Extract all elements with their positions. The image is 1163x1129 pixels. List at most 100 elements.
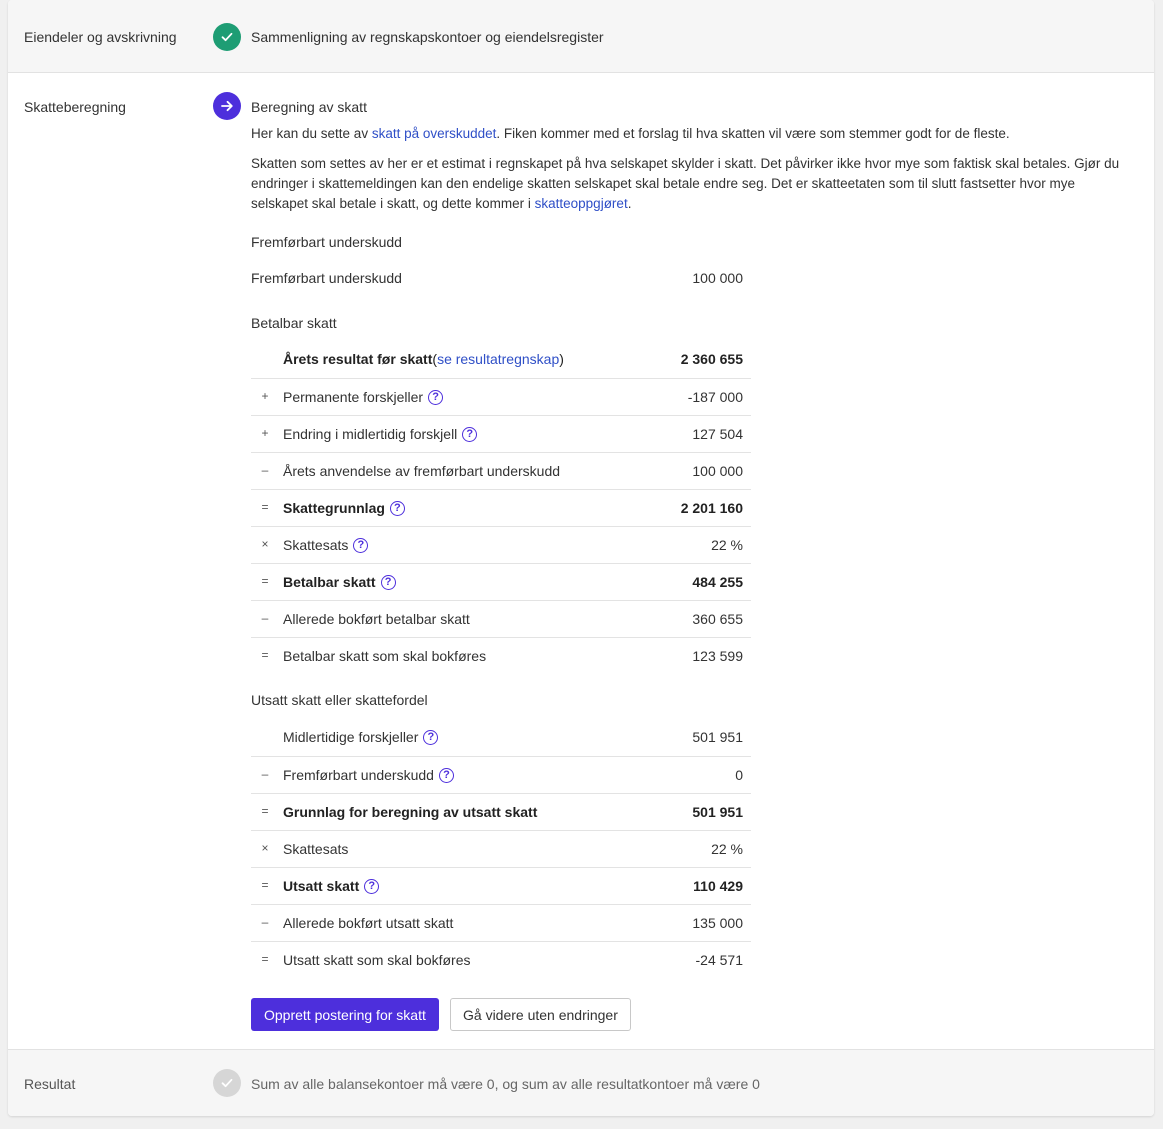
row-label: Betalbar skatt? (283, 574, 396, 590)
table-row: Årets resultat før skatt (se resultatreg… (251, 341, 751, 378)
step-assets[interactable]: Eiendeler og avskrivning Sammenligning a… (8, 0, 1154, 73)
table-row: + Endring i midlertidig forskjell? 127 504 (251, 415, 751, 452)
row-operator: × (261, 537, 269, 551)
row-value: 110 429 (693, 878, 743, 894)
row-value: 484 255 (692, 574, 743, 590)
table-row: – Allerede bokført utsatt skatt 135 000 (251, 904, 751, 941)
help-circle-icon[interactable]: ? (462, 426, 478, 442)
row-label: Skattesats? (283, 537, 369, 553)
table-row: – Fremførbart underskudd? 0 (251, 756, 751, 793)
row-label: Utsatt skatt som skal bokføres (283, 952, 471, 968)
row-operator: = (261, 952, 269, 966)
row-label: Permanente forskjeller? (283, 389, 444, 405)
table-row: = Utsatt skatt? 110 429 (251, 867, 751, 904)
row-label: Allerede bokført betalbar skatt (283, 611, 470, 627)
row-label: Grunnlag for beregning av utsatt skatt (283, 804, 537, 820)
section-heading-carryforward: Fremførbart underskudd (251, 234, 402, 250)
row-operator: = (261, 648, 269, 662)
table-row: × Skattesats? 22 % (251, 526, 751, 563)
step-title: Sum av alle balansekontoer må være 0, og… (251, 1076, 760, 1092)
row-operator: = (261, 574, 269, 588)
continue-without-changes-button[interactable]: Gå videre uten endringer (450, 998, 631, 1031)
step-title: Sammenligning av regnskapskontoer og eie… (251, 29, 604, 45)
row-value: 2 201 160 (680, 500, 743, 516)
row-label-text: Fremførbart underskudd (283, 767, 434, 783)
row-operator: + (261, 389, 269, 403)
row-label-text: Årets resultat før skatt (283, 351, 433, 367)
row-label: Betalbar skatt som skal bokføres (283, 648, 486, 664)
table-row: = Skattegrunnlag? 2 201 160 (251, 489, 751, 526)
table-row: Midlertidige forskjeller? 501 951 (251, 719, 751, 756)
section-heading-payable: Betalbar skatt (251, 315, 337, 331)
step-label: Skatteberegning (24, 99, 126, 115)
intro-paragraph-1: Her kan du sette av skatt på overskuddet… (251, 124, 1131, 144)
row-value: 127 504 (692, 426, 743, 442)
intro-text: . Fiken kommer med et forslag til hva sk… (496, 126, 1010, 141)
table-row: + Permanente forskjeller? -187 000 (251, 378, 751, 415)
row-value: 0 (735, 767, 743, 783)
help-circle-icon[interactable]: ? (438, 767, 454, 783)
tax-settlement-link[interactable]: skatteoppgjøret (535, 196, 628, 211)
carryforward-row: Fremførbart underskudd 100 000 (251, 270, 751, 290)
help-circle-icon[interactable]: ? (380, 574, 396, 590)
row-operator: – (261, 611, 269, 625)
section-heading-deferred: Utsatt skatt eller skattefordel (251, 692, 428, 708)
row-label-text: Permanente forskjeller (283, 389, 424, 405)
row-label-text: Skattesats (283, 537, 349, 553)
table-row: = Betalbar skatt? 484 255 (251, 563, 751, 600)
row-value: -24 571 (695, 952, 743, 968)
row-label: Fremførbart underskudd (251, 270, 402, 286)
income-statement-link[interactable]: se resultatregnskap (437, 351, 559, 367)
row-operator: = (261, 804, 269, 818)
row-label: Skattesats (283, 841, 348, 857)
arrow-right-icon (213, 92, 241, 120)
row-operator: – (261, 463, 269, 477)
intro-text: Skatten som settes av her er et estimat … (251, 156, 1120, 211)
help-circle-icon[interactable]: ? (423, 729, 439, 745)
check-icon (213, 1069, 241, 1097)
help-circle-icon[interactable]: ? (353, 537, 369, 553)
row-operator: = (261, 500, 269, 514)
paren: ) (559, 351, 564, 367)
step-title: Beregning av skatt (251, 99, 367, 115)
row-label: Utsatt skatt? (283, 878, 380, 894)
tax-on-profit-link[interactable]: skatt på overskuddet (372, 126, 497, 141)
row-label-text: Midlertidige forskjeller (283, 729, 419, 745)
help-circle-icon[interactable]: ? (364, 878, 380, 894)
row-label: Endring i midlertidig forskjell? (283, 426, 478, 442)
row-operator: = (261, 878, 269, 892)
row-operator: + (261, 426, 269, 440)
row-label-text: Endring i midlertidig forskjell (283, 426, 458, 442)
table-row: = Utsatt skatt som skal bokføres -24 571 (251, 941, 751, 978)
row-value: 2 360 655 (680, 351, 743, 367)
year-end-checklist: Eiendeler og avskrivning Sammenligning a… (8, 0, 1154, 1116)
row-value: 360 655 (692, 611, 743, 627)
help-circle-icon[interactable]: ? (389, 500, 405, 516)
row-label-text: Betalbar skatt (283, 574, 376, 590)
row-label-text: Utsatt skatt (283, 878, 360, 894)
row-label-text: Allerede bokført betalbar skatt (283, 611, 470, 627)
create-posting-button[interactable]: Opprett postering for skatt (251, 998, 439, 1031)
row-label-text: Allerede bokført utsatt skatt (283, 915, 454, 931)
row-operator: – (261, 767, 269, 781)
row-value: 501 951 (692, 804, 743, 820)
row-label: Allerede bokført utsatt skatt (283, 915, 453, 931)
step-result[interactable]: Resultat Sum av alle balansekontoer må v… (8, 1049, 1154, 1116)
intro-text: Her kan du sette av (251, 126, 372, 141)
row-label: Årets resultat før skatt (se resultatreg… (283, 351, 564, 367)
row-label: Fremførbart underskudd? (283, 767, 454, 783)
row-label-text: Skattegrunnlag (283, 500, 385, 516)
step-tax: Skatteberegning Beregning av skatt Her k… (8, 73, 1154, 1049)
row-value: 501 951 (692, 729, 743, 745)
step-label: Eiendeler og avskrivning (24, 29, 177, 45)
row-label-text: Skattesats (283, 841, 349, 857)
row-operator: × (261, 841, 269, 855)
row-label-text: Betalbar skatt som skal bokføres (283, 648, 487, 664)
row-label: Skattegrunnlag? (283, 500, 405, 516)
intro-text: . (627, 196, 632, 211)
table-row: – Allerede bokført betalbar skatt 360 655 (251, 600, 751, 637)
intro-paragraph-2: Skatten som settes av her er et estimat … (251, 154, 1131, 214)
row-value: -187 000 (687, 389, 743, 405)
row-operator: – (261, 915, 269, 929)
help-circle-icon[interactable]: ? (428, 389, 444, 405)
